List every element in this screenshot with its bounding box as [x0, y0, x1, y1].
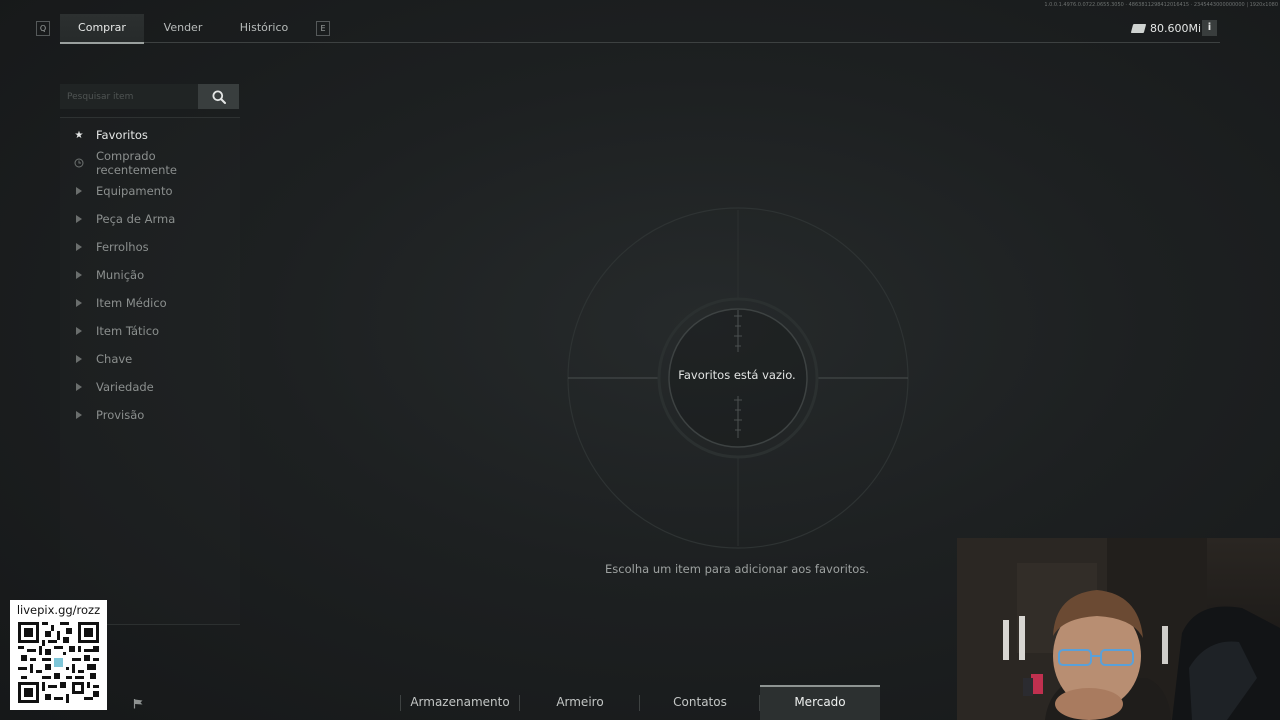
balance-display: 80.600Mil: [1130, 20, 1205, 36]
top-bar: Q Comprar Vender Histórico E 1.0.0.1.497…: [0, 0, 1280, 46]
qr-label: livepix.gg/rozz: [16, 603, 101, 617]
star-icon: ★: [74, 129, 84, 141]
expand-arrow-icon: [72, 271, 86, 279]
expand-arrow-icon: [72, 327, 86, 335]
sidebar-item-equipamento[interactable]: Equipamento: [60, 178, 240, 204]
sidebar-item-label: Comprado recentemente: [95, 149, 177, 177]
nav-armeiro[interactable]: Armeiro: [520, 685, 640, 720]
tab-comprar[interactable]: Comprar: [60, 14, 144, 44]
balance-amount: 80.600Mil: [1150, 21, 1205, 35]
expand-arrow-icon: [72, 215, 86, 223]
qr-code-image: [18, 622, 99, 703]
expand-arrow-icon: [72, 243, 86, 251]
expand-arrow-icon: [72, 187, 86, 195]
empty-state-hint: Escolha um item para adicionar aos favor…: [605, 562, 869, 576]
cash-icon: [1130, 23, 1147, 33]
search-button[interactable]: [198, 84, 239, 109]
sidebar-item-item-medico[interactable]: Item Médico: [60, 290, 240, 316]
sidebar-item-item-tatico[interactable]: Item Tático: [60, 318, 240, 344]
sidebar-item-label: Item Tático: [96, 324, 160, 338]
next-tab-key-hint: E: [316, 21, 330, 36]
sidebar-item-label: Peça de Arma: [96, 212, 176, 226]
top-divider: [144, 42, 1220, 43]
expand-arrow-icon: [72, 355, 86, 363]
search-input[interactable]: [60, 84, 212, 109]
sidebar-item-label: Munição: [96, 268, 145, 282]
sidebar-item-label: Chave: [96, 352, 133, 366]
empty-state-title: Favoritos está vazio.: [678, 368, 796, 382]
tab-vender[interactable]: Vender: [148, 14, 218, 44]
nav-contatos[interactable]: Contatos: [640, 685, 760, 720]
sidebar-item-ferrolhos[interactable]: Ferrolhos: [60, 234, 240, 260]
sidebar-divider: [60, 117, 240, 118]
search-icon: [212, 90, 226, 104]
sidebar-item-comprado-recentemente[interactable]: Comprado recentemente: [60, 149, 240, 177]
expand-arrow-icon: [72, 411, 86, 419]
prev-tab-key-hint: Q: [36, 21, 50, 36]
expand-arrow-icon: [72, 299, 86, 307]
webcam-feed-image: [957, 538, 1280, 720]
webcam-overlay: [957, 538, 1280, 720]
expand-arrow-icon: [72, 383, 86, 391]
sidebar-item-municao[interactable]: Munição: [60, 262, 240, 288]
sidebar-item-variedade[interactable]: Variedade: [60, 374, 240, 400]
nav-armazenamento[interactable]: Armazenamento: [400, 685, 520, 720]
sidebar-item-label: Item Médico: [96, 296, 167, 310]
sidebar-item-provisao[interactable]: Provisão: [60, 402, 240, 428]
sidebar-item-label: Ferrolhos: [96, 240, 149, 254]
tab-historico[interactable]: Histórico: [226, 14, 302, 44]
sidebar-item-label: Favoritos: [96, 128, 148, 142]
sidebar-item-label: Equipamento: [96, 184, 173, 198]
sidebar-item-favoritos[interactable]: ★ Favoritos: [60, 122, 240, 148]
clock-icon: [72, 158, 86, 168]
donation-qr-card: livepix.gg/rozz: [10, 600, 107, 710]
sidebar-item-label: Provisão: [96, 408, 145, 422]
sidebar-item-chave[interactable]: Chave: [60, 346, 240, 372]
info-button[interactable]: i: [1202, 20, 1217, 36]
nav-mercado[interactable]: Mercado: [760, 685, 880, 720]
sidebar-item-peca-de-arma[interactable]: Peça de Arma: [60, 206, 240, 232]
version-text: 1.0.0.1.4976.0.0722.0655.3050 · 48638112…: [1044, 2, 1278, 8]
category-sidebar: ★ Favoritos Comprado recentemente Equipa…: [60, 84, 240, 625]
sidebar-item-label: Variedade: [96, 380, 154, 394]
